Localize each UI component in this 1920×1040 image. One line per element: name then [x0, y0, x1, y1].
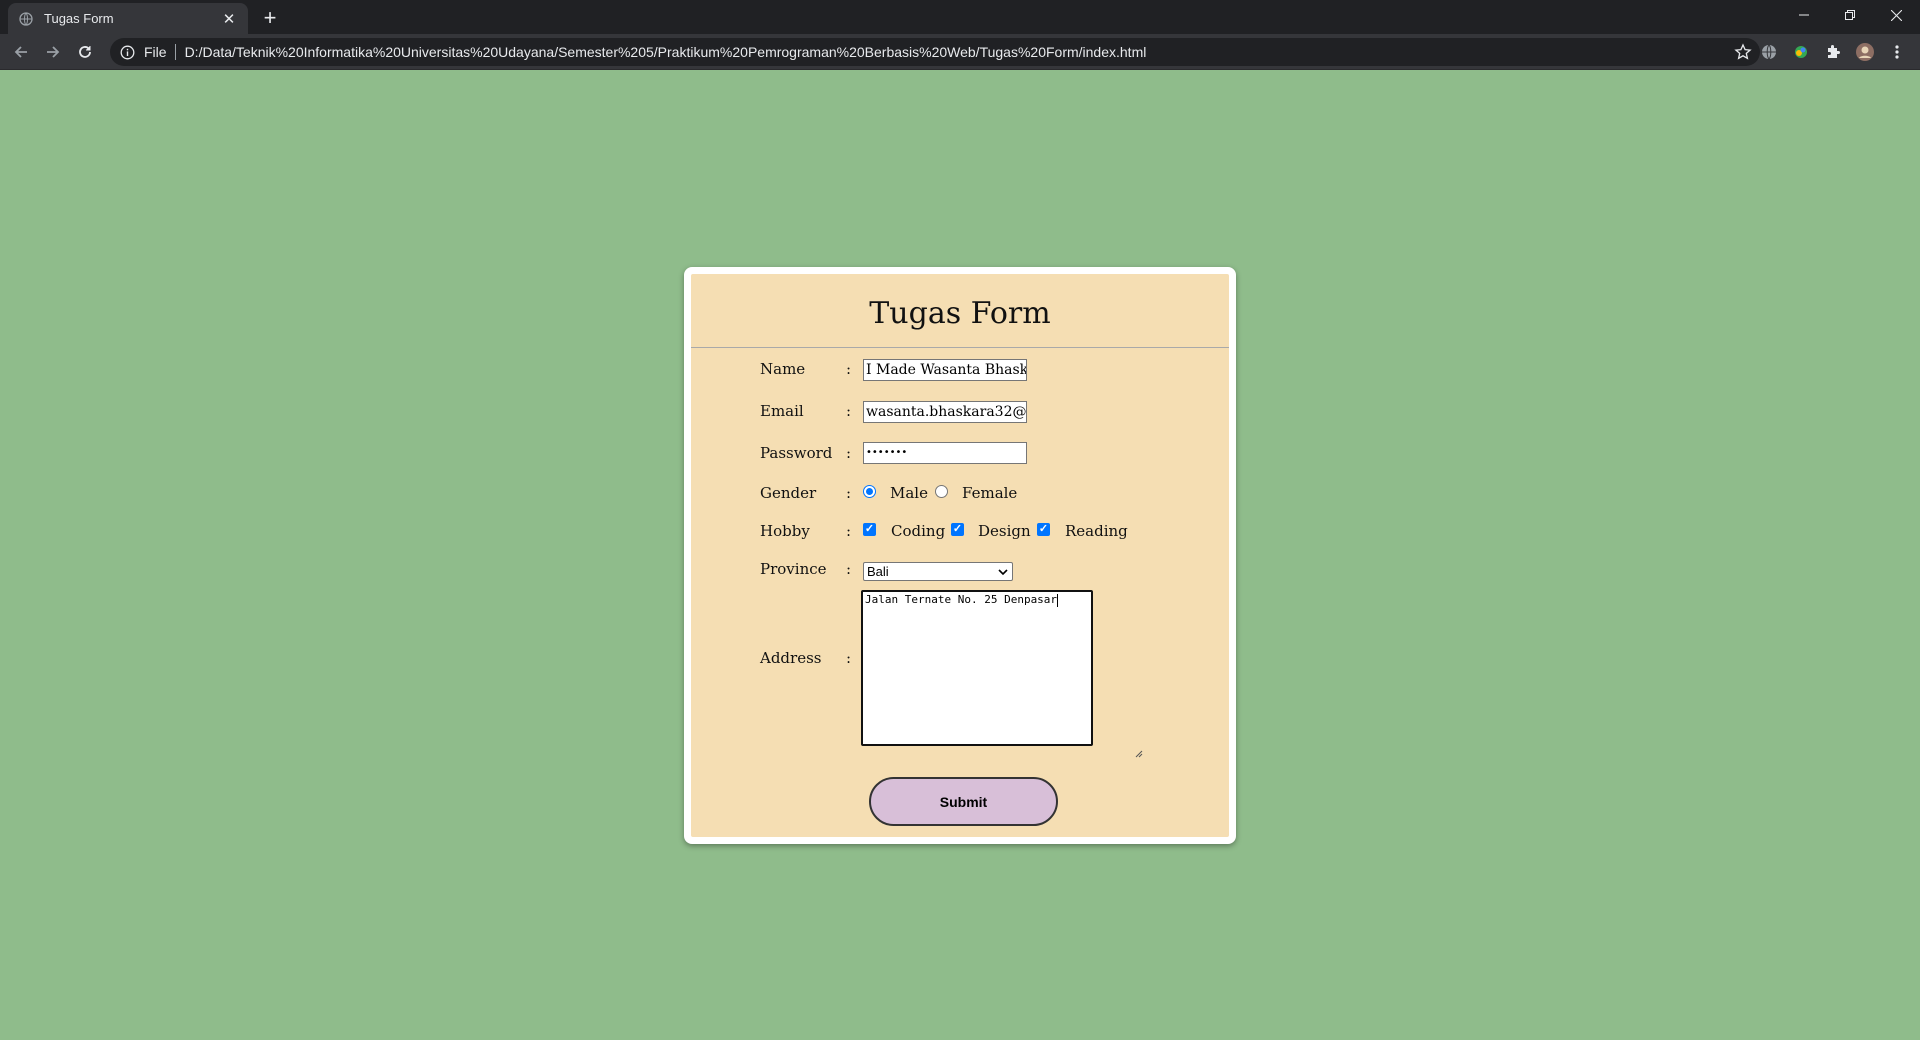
hobby-coding-checkbox[interactable]: ✓ [863, 523, 876, 536]
province-label: Province [760, 560, 827, 578]
email-label: Email [760, 402, 804, 420]
bookmark-star-icon[interactable] [1734, 43, 1752, 61]
resize-handle-icon[interactable] [1082, 735, 1143, 758]
info-icon[interactable] [118, 43, 136, 61]
title-divider [691, 347, 1229, 348]
province-select[interactable]: Bali [863, 562, 1013, 581]
gender-male-radio[interactable] [863, 485, 876, 498]
address-colon: : [846, 649, 852, 667]
back-arrow-icon[interactable] [7, 38, 35, 66]
name-colon: : [846, 360, 852, 378]
hobby-design-label: Design [978, 522, 1031, 540]
chevron-down-icon [997, 565, 1009, 577]
hobby-design-checkbox[interactable]: ✓ [951, 523, 964, 536]
address-bar[interactable]: File D:/Data/Teknik%20Informatika%20Univ… [110, 38, 1760, 66]
browser-toolbar: File D:/Data/Teknik%20Informatika%20Univ… [0, 34, 1920, 70]
form-card: Tugas Form Name : I Made Wasanta Bhaskar… [684, 267, 1236, 844]
gender-female-radio[interactable] [935, 485, 948, 498]
url-text[interactable]: D:/Data/Teknik%20Informatika%20Universit… [185, 44, 1147, 60]
password-input[interactable]: ••••••• [863, 442, 1027, 464]
new-tab-button[interactable]: + [258, 5, 282, 30]
extensions-puzzle-icon[interactable] [1823, 42, 1843, 62]
submit-button[interactable]: Submit [869, 777, 1058, 826]
text-cursor [1057, 593, 1059, 607]
restore-icon[interactable] [1827, 0, 1873, 30]
form-title: Tugas Form [869, 296, 1051, 331]
more-menu-icon[interactable] [1887, 42, 1907, 62]
province-selected-value: Bali [867, 564, 889, 579]
hobby-reading-label: Reading [1065, 522, 1128, 540]
gender-label: Gender [760, 484, 817, 502]
email-input[interactable]: wasanta.bhaskara32@gmail.com [863, 401, 1027, 423]
hobby-label: Hobby [760, 522, 810, 540]
gender-colon: : [846, 484, 852, 502]
reload-icon[interactable] [71, 38, 99, 66]
translate-globe-icon[interactable] [1759, 42, 1779, 62]
email-colon: : [846, 402, 852, 420]
hobby-reading-checkbox[interactable]: ✓ [1037, 523, 1050, 536]
password-colon: : [846, 444, 852, 462]
address-text: Jalan Ternate No. 25 Denpasar [865, 593, 1058, 606]
name-label: Name [760, 360, 806, 378]
hobby-coding-label: Coding [891, 522, 946, 540]
password-label: Password [760, 444, 833, 462]
profile-avatar-icon[interactable] [1855, 42, 1875, 62]
forward-arrow-icon[interactable] [39, 38, 67, 66]
close-window-icon[interactable] [1873, 0, 1919, 30]
gender-male-label: Male [890, 484, 928, 502]
browser-tab[interactable]: Tugas Form ✕ [8, 3, 248, 34]
file-scheme-label: File [144, 44, 167, 60]
omnibox-divider [174, 44, 176, 60]
tab-title: Tugas Form [44, 11, 114, 26]
address-label: Address [760, 649, 822, 667]
hobby-colon: : [846, 522, 852, 540]
name-input[interactable]: I Made Wasanta Bhaskara [863, 359, 1027, 381]
globe-icon [18, 11, 34, 27]
form-container: Tugas Form Name : I Made Wasanta Bhaskar… [691, 274, 1229, 837]
browser-titlebar: Tugas Form ✕ + [0, 0, 1920, 34]
address-textarea[interactable]: Jalan Ternate No. 25 Denpasar [861, 590, 1143, 758]
close-tab-icon[interactable]: ✕ [220, 10, 238, 28]
province-colon: : [846, 560, 852, 578]
minimize-icon[interactable] [1781, 0, 1827, 30]
extension-leaf-icon[interactable] [1791, 42, 1811, 62]
gender-female-label: Female [962, 484, 1018, 502]
